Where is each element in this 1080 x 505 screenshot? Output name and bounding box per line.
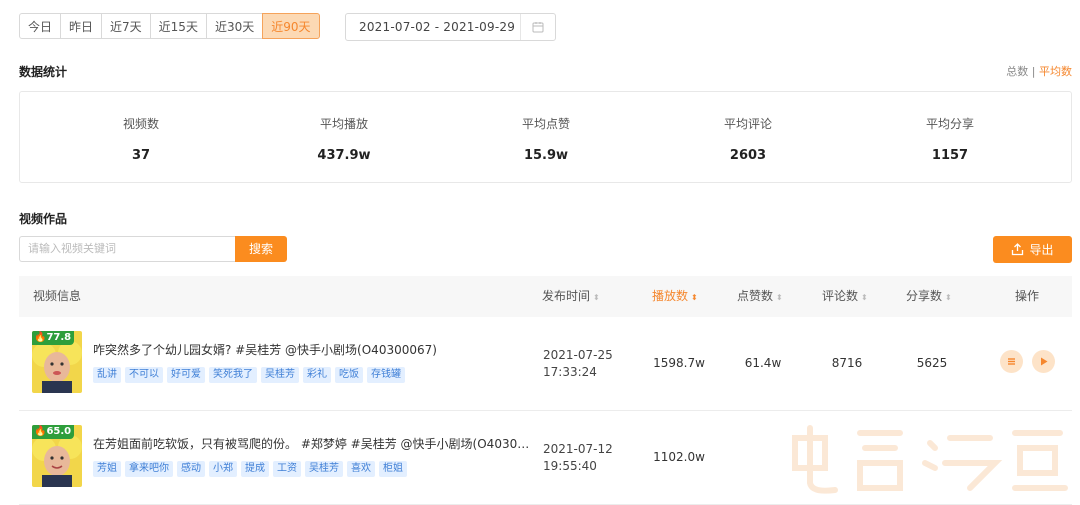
comments-count: 8716 bbox=[831, 356, 863, 370]
toggle-average[interactable]: 平均数 bbox=[1039, 65, 1072, 78]
date-range-picker[interactable]: 2021-07-02 - 2021-09-29 bbox=[345, 13, 556, 41]
stat-label: 平均分享 bbox=[925, 117, 974, 131]
tag[interactable]: 提成 bbox=[241, 461, 269, 477]
tag[interactable]: 好可爱 bbox=[167, 367, 205, 383]
sort-icon[interactable]: ⬍ bbox=[593, 293, 600, 302]
export-button[interactable]: 导出 bbox=[993, 236, 1072, 263]
tab-today[interactable]: 今日 bbox=[19, 13, 62, 39]
tag[interactable]: 小郑 bbox=[209, 461, 237, 477]
upload-icon bbox=[1012, 243, 1024, 256]
play-icon[interactable] bbox=[1032, 350, 1055, 373]
tag[interactable]: 拿来吧你 bbox=[125, 461, 173, 477]
sort-icon[interactable]: ⬍ bbox=[691, 293, 698, 302]
header-label: 分享数 bbox=[906, 289, 943, 303]
tag[interactable]: 存钱罐 bbox=[367, 367, 405, 383]
tab-last-90-days[interactable]: 近90天 bbox=[262, 13, 320, 39]
tag[interactable]: 不可以 bbox=[125, 367, 163, 383]
header-publish-time[interactable]: 发布时间 ⬍ bbox=[542, 276, 600, 317]
header-label: 点赞数 bbox=[737, 289, 774, 303]
video-title[interactable]: 咋突然多了个幼儿园女婿? #吴桂芳 @快手小剧场(O40300067) bbox=[93, 341, 531, 358]
date-range-text: 2021-07-02 - 2021-09-29 bbox=[359, 20, 516, 34]
tag-list: 乱讲 不可以 好可爱 笑死我了 吴桂芳 彩礼 吃饭 存钱罐 bbox=[93, 367, 405, 383]
toggle-total[interactable]: 总数 bbox=[1006, 65, 1028, 78]
plays-count: 1102.0w bbox=[653, 450, 705, 464]
stats-card: 视频数 37 平均播放 437.9w 平均点赞 15.9w 平均评论 2603 … bbox=[19, 91, 1072, 183]
stat-avg-shares: 平均分享 1157 bbox=[850, 92, 1050, 163]
tag[interactable]: 芳姐 bbox=[93, 461, 121, 477]
header-comments[interactable]: 评论数 ⬍ bbox=[822, 276, 868, 317]
score-value: 65.0 bbox=[46, 426, 72, 437]
tag[interactable]: 工资 bbox=[273, 461, 301, 477]
header-plays[interactable]: 播放数 ⬍ bbox=[652, 276, 698, 317]
table-header: 视频信息 发布时间 ⬍ 播放数 ⬍ 点赞数 ⬍ 评论数 ⬍ 分享数 ⬍ 操作 bbox=[19, 276, 1072, 317]
stat-value: 15.9w bbox=[523, 148, 569, 163]
header-shares[interactable]: 分享数 ⬍ bbox=[906, 276, 952, 317]
search-input[interactable]: 请输入视频关键词 bbox=[19, 236, 235, 262]
table-row: 🔥65.0 在芳姐面前吃软饭，只有被骂爬的份。 #郑梦婷 #吴桂芳 @快手小剧场… bbox=[19, 411, 1072, 505]
detail-icon[interactable] bbox=[1000, 350, 1023, 373]
header-video-info: 视频信息 bbox=[33, 289, 82, 303]
header-actions: 操作 bbox=[1015, 289, 1040, 303]
stat-label: 平均点赞 bbox=[521, 117, 570, 131]
publish-clock: 19:55:40 bbox=[543, 459, 597, 473]
stat-avg-plays: 平均播放 437.9w bbox=[244, 92, 444, 163]
stats-title: 数据统计 bbox=[19, 65, 68, 79]
tag[interactable]: 吴桂芳 bbox=[261, 367, 299, 383]
tag[interactable]: 笑死我了 bbox=[209, 367, 257, 383]
calendar-icon[interactable] bbox=[520, 14, 555, 40]
stat-avg-likes: 平均点赞 15.9w bbox=[446, 92, 646, 163]
score-value: 77.8 bbox=[46, 332, 72, 343]
stat-value: 1157 bbox=[931, 148, 969, 163]
plays-count: 1598.7w bbox=[653, 356, 705, 370]
toggle-separator: | bbox=[1031, 65, 1036, 78]
stat-value: 37 bbox=[131, 148, 151, 163]
stat-label: 视频数 bbox=[122, 117, 159, 131]
sort-icon[interactable]: ⬍ bbox=[776, 293, 783, 302]
tag[interactable]: 喜欢 bbox=[347, 461, 375, 477]
table-row: 🔥77.8 咋突然多了个幼儿园女婿? #吴桂芳 @快手小剧场(O40300067… bbox=[19, 317, 1072, 411]
tag[interactable]: 彩礼 bbox=[303, 367, 331, 383]
tag[interactable]: 柜姐 bbox=[379, 461, 407, 477]
stat-avg-comments: 平均评论 2603 bbox=[648, 92, 848, 163]
tag[interactable]: 吃饭 bbox=[335, 367, 363, 383]
search-button[interactable]: 搜索 bbox=[235, 236, 287, 262]
score-badge: 🔥65.0 bbox=[32, 425, 75, 439]
likes-count: 61.4w bbox=[744, 356, 782, 370]
date-range-tabs: 今日 昨日 近7天 近15天 近30天 近90天 bbox=[19, 13, 320, 39]
publish-time: 2021-07-25 17:33:24 bbox=[543, 347, 613, 381]
shares-count: 5625 bbox=[916, 356, 948, 370]
publish-clock: 17:33:24 bbox=[543, 365, 597, 379]
stat-value: 2603 bbox=[729, 148, 767, 163]
stat-label: 平均播放 bbox=[319, 117, 368, 131]
stat-label: 平均评论 bbox=[723, 117, 772, 131]
score-badge: 🔥77.8 bbox=[32, 331, 75, 345]
tag-list: 芳姐 拿来吧你 感动 小郑 提成 工资 吴桂芳 喜欢 柜姐 bbox=[93, 461, 407, 477]
export-label: 导出 bbox=[1029, 243, 1054, 257]
video-thumbnail[interactable]: 🔥77.8 bbox=[32, 331, 82, 393]
header-label: 评论数 bbox=[822, 289, 859, 303]
tab-yesterday[interactable]: 昨日 bbox=[60, 13, 103, 39]
header-label: 发布时间 bbox=[542, 289, 591, 303]
video-title[interactable]: 在芳姐面前吃软饭，只有被骂爬的份。 #郑梦婷 #吴桂芳 @快手小剧场(O4030… bbox=[93, 435, 531, 452]
header-likes[interactable]: 点赞数 ⬍ bbox=[737, 276, 783, 317]
tag[interactable]: 感动 bbox=[177, 461, 205, 477]
stat-video-count: 视频数 37 bbox=[41, 92, 241, 163]
publish-date: 2021-07-25 bbox=[543, 348, 613, 362]
stats-mode-toggle: 总数 | 平均数 bbox=[1006, 63, 1072, 79]
publish-time: 2021-07-12 19:55:40 bbox=[543, 441, 613, 475]
header-label: 播放数 bbox=[652, 289, 689, 303]
works-title: 视频作品 bbox=[19, 212, 68, 226]
tab-last-30-days[interactable]: 近30天 bbox=[205, 13, 264, 39]
tab-last-15-days[interactable]: 近15天 bbox=[149, 13, 207, 39]
sort-icon[interactable]: ⬍ bbox=[945, 293, 952, 302]
video-thumbnail[interactable]: 🔥65.0 bbox=[32, 425, 82, 487]
sort-icon[interactable]: ⬍ bbox=[861, 293, 868, 302]
tag[interactable]: 乱讲 bbox=[93, 367, 121, 383]
tag[interactable]: 吴桂芳 bbox=[305, 461, 343, 477]
tab-last-7-days[interactable]: 近7天 bbox=[101, 13, 151, 39]
publish-date: 2021-07-12 bbox=[543, 442, 613, 456]
stat-value: 437.9w bbox=[317, 148, 371, 163]
